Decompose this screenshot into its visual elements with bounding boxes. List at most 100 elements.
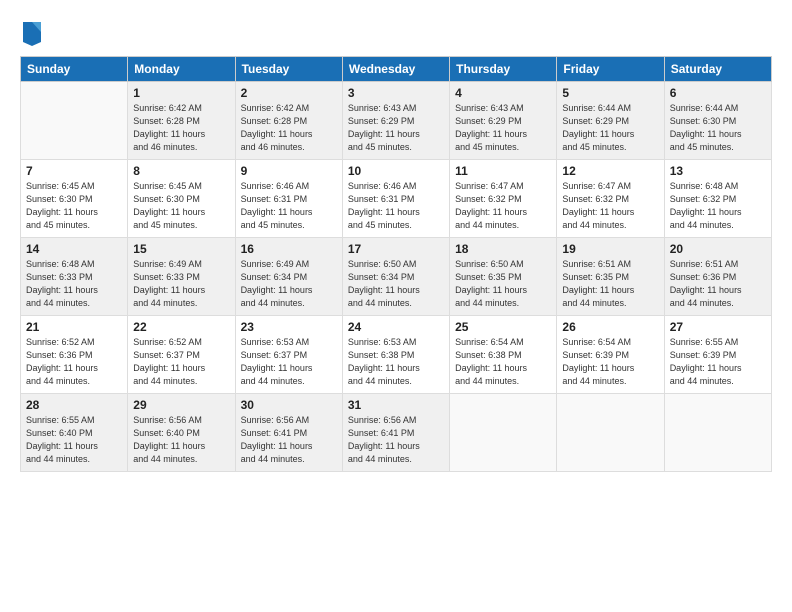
day-number: 7 [26,164,122,178]
calendar-col-header: Thursday [450,57,557,82]
day-info: Sunrise: 6:49 AM Sunset: 6:33 PM Dayligh… [133,258,229,310]
logo-icon [21,18,43,46]
calendar-cell [450,394,557,472]
day-number: 4 [455,86,551,100]
day-number: 29 [133,398,229,412]
day-info: Sunrise: 6:54 AM Sunset: 6:39 PM Dayligh… [562,336,658,388]
calendar-col-header: Wednesday [342,57,449,82]
calendar-col-header: Monday [128,57,235,82]
day-number: 26 [562,320,658,334]
day-number: 13 [670,164,766,178]
calendar-cell: 8Sunrise: 6:45 AM Sunset: 6:30 PM Daylig… [128,160,235,238]
calendar-week-row: 21Sunrise: 6:52 AM Sunset: 6:36 PM Dayli… [21,316,772,394]
calendar-cell: 20 Sunrise: 6:51 AM Sunset: 6:36 PM Dayli… [664,238,771,316]
calendar-cell: 13 Sunrise: 6:48 AM Sunset: 6:32 PM Dayli… [664,160,771,238]
day-info: Sunrise: 6:52 AM Sunset: 6:37 PM Dayligh… [133,336,229,388]
day-number: 3 [348,86,444,100]
calendar-cell: 29 Sunrise: 6:56 AM Sunset: 6:40 PM Dayli… [128,394,235,472]
header [20,18,772,46]
day-info: Sunrise: 6:42 AM Sunset: 6:28 PM Dayligh… [133,102,229,154]
calendar-cell: 30 Sunrise: 6:56 AM Sunset: 6:41 PM Dayli… [235,394,342,472]
day-info: Sunrise: 6:42 AM Sunset: 6:28 PM Dayligh… [241,102,337,154]
day-number: 14 [26,242,122,256]
day-number: 9 [241,164,337,178]
day-info: Sunrise: 6:44 AM Sunset: 6:29 PM Dayligh… [562,102,658,154]
calendar-cell: 26 Sunrise: 6:54 AM Sunset: 6:39 PM Dayli… [557,316,664,394]
day-number: 20 [670,242,766,256]
calendar-cell: 12 Sunrise: 6:47 AM Sunset: 6:32 PM Dayli… [557,160,664,238]
calendar-cell: 16Sunrise: 6:49 AM Sunset: 6:34 PM Dayli… [235,238,342,316]
day-info: Sunrise: 6:46 AM Sunset: 6:31 PM Dayligh… [241,180,337,232]
calendar-cell: 22 Sunrise: 6:52 AM Sunset: 6:37 PM Dayli… [128,316,235,394]
day-number: 22 [133,320,229,334]
day-info: Sunrise: 6:48 AM Sunset: 6:32 PM Dayligh… [670,180,766,232]
calendar-header-row: SundayMondayTuesdayWednesdayThursdayFrid… [21,57,772,82]
calendar-col-header: Sunday [21,57,128,82]
day-info: Sunrise: 6:56 AM Sunset: 6:40 PM Dayligh… [133,414,229,466]
calendar-cell: 4 Sunrise: 6:43 AM Sunset: 6:29 PM Daylig… [450,82,557,160]
calendar-cell: 24 Sunrise: 6:53 AM Sunset: 6:38 PM Dayli… [342,316,449,394]
calendar-cell: 21Sunrise: 6:52 AM Sunset: 6:36 PM Dayli… [21,316,128,394]
day-number: 30 [241,398,337,412]
day-info: Sunrise: 6:47 AM Sunset: 6:32 PM Dayligh… [562,180,658,232]
calendar-week-row: 7 Sunrise: 6:45 AM Sunset: 6:30 PM Daylig… [21,160,772,238]
day-number: 28 [26,398,122,412]
day-number: 10 [348,164,444,178]
day-number: 15 [133,242,229,256]
calendar-cell [21,82,128,160]
day-info: Sunrise: 6:51 AM Sunset: 6:36 PM Dayligh… [670,258,766,310]
day-number: 27 [670,320,766,334]
day-number: 5 [562,86,658,100]
calendar-cell: 6 Sunrise: 6:44 AM Sunset: 6:30 PM Daylig… [664,82,771,160]
calendar-col-header: Friday [557,57,664,82]
day-info: Sunrise: 6:51 AM Sunset: 6:35 PM Dayligh… [562,258,658,310]
calendar-col-header: Saturday [664,57,771,82]
day-info: Sunrise: 6:56 AM Sunset: 6:41 PM Dayligh… [241,414,337,466]
calendar-cell: 14 Sunrise: 6:48 AM Sunset: 6:33 PM Dayli… [21,238,128,316]
day-number: 25 [455,320,551,334]
day-info: Sunrise: 6:55 AM Sunset: 6:39 PM Dayligh… [670,336,766,388]
calendar-cell [664,394,771,472]
day-info: Sunrise: 6:52 AM Sunset: 6:36 PM Dayligh… [26,336,122,388]
day-info: Sunrise: 6:43 AM Sunset: 6:29 PM Dayligh… [348,102,444,154]
day-number: 18 [455,242,551,256]
day-info: Sunrise: 6:53 AM Sunset: 6:38 PM Dayligh… [348,336,444,388]
day-number: 6 [670,86,766,100]
calendar-week-row: 14 Sunrise: 6:48 AM Sunset: 6:33 PM Dayli… [21,238,772,316]
calendar-cell: 7 Sunrise: 6:45 AM Sunset: 6:30 PM Daylig… [21,160,128,238]
day-info: Sunrise: 6:54 AM Sunset: 6:38 PM Dayligh… [455,336,551,388]
day-number: 12 [562,164,658,178]
calendar-cell: 17 Sunrise: 6:50 AM Sunset: 6:34 PM Dayli… [342,238,449,316]
calendar-table: SundayMondayTuesdayWednesdayThursdayFrid… [20,56,772,472]
day-number: 31 [348,398,444,412]
day-info: Sunrise: 6:50 AM Sunset: 6:34 PM Dayligh… [348,258,444,310]
day-info: Sunrise: 6:48 AM Sunset: 6:33 PM Dayligh… [26,258,122,310]
day-info: Sunrise: 6:46 AM Sunset: 6:31 PM Dayligh… [348,180,444,232]
day-info: Sunrise: 6:56 AM Sunset: 6:41 PM Dayligh… [348,414,444,466]
day-info: Sunrise: 6:47 AM Sunset: 6:32 PM Dayligh… [455,180,551,232]
day-info: Sunrise: 6:43 AM Sunset: 6:29 PM Dayligh… [455,102,551,154]
day-number: 19 [562,242,658,256]
day-info: Sunrise: 6:50 AM Sunset: 6:35 PM Dayligh… [455,258,551,310]
day-number: 23 [241,320,337,334]
calendar-cell: 15 Sunrise: 6:49 AM Sunset: 6:33 PM Dayli… [128,238,235,316]
calendar-cell: 27 Sunrise: 6:55 AM Sunset: 6:39 PM Dayli… [664,316,771,394]
day-number: 8 [133,164,229,178]
day-number: 24 [348,320,444,334]
calendar-col-header: Tuesday [235,57,342,82]
calendar-cell: 1Sunrise: 6:42 AM Sunset: 6:28 PM Daylig… [128,82,235,160]
calendar-week-row: 1Sunrise: 6:42 AM Sunset: 6:28 PM Daylig… [21,82,772,160]
calendar-cell: 5 Sunrise: 6:44 AM Sunset: 6:29 PM Daylig… [557,82,664,160]
calendar-cell: 18 Sunrise: 6:50 AM Sunset: 6:35 PM Dayli… [450,238,557,316]
day-info: Sunrise: 6:53 AM Sunset: 6:37 PM Dayligh… [241,336,337,388]
day-info: Sunrise: 6:44 AM Sunset: 6:30 PM Dayligh… [670,102,766,154]
calendar-cell: 2Sunrise: 6:42 AM Sunset: 6:28 PM Daylig… [235,82,342,160]
logo [20,18,43,46]
day-info: Sunrise: 6:45 AM Sunset: 6:30 PM Dayligh… [26,180,122,232]
day-number: 17 [348,242,444,256]
calendar-cell: 11 Sunrise: 6:47 AM Sunset: 6:32 PM Dayli… [450,160,557,238]
calendar-cell: 10 Sunrise: 6:46 AM Sunset: 6:31 PM Dayli… [342,160,449,238]
calendar-cell: 9 Sunrise: 6:46 AM Sunset: 6:31 PM Daylig… [235,160,342,238]
day-number: 11 [455,164,551,178]
calendar-cell: 25 Sunrise: 6:54 AM Sunset: 6:38 PM Dayli… [450,316,557,394]
